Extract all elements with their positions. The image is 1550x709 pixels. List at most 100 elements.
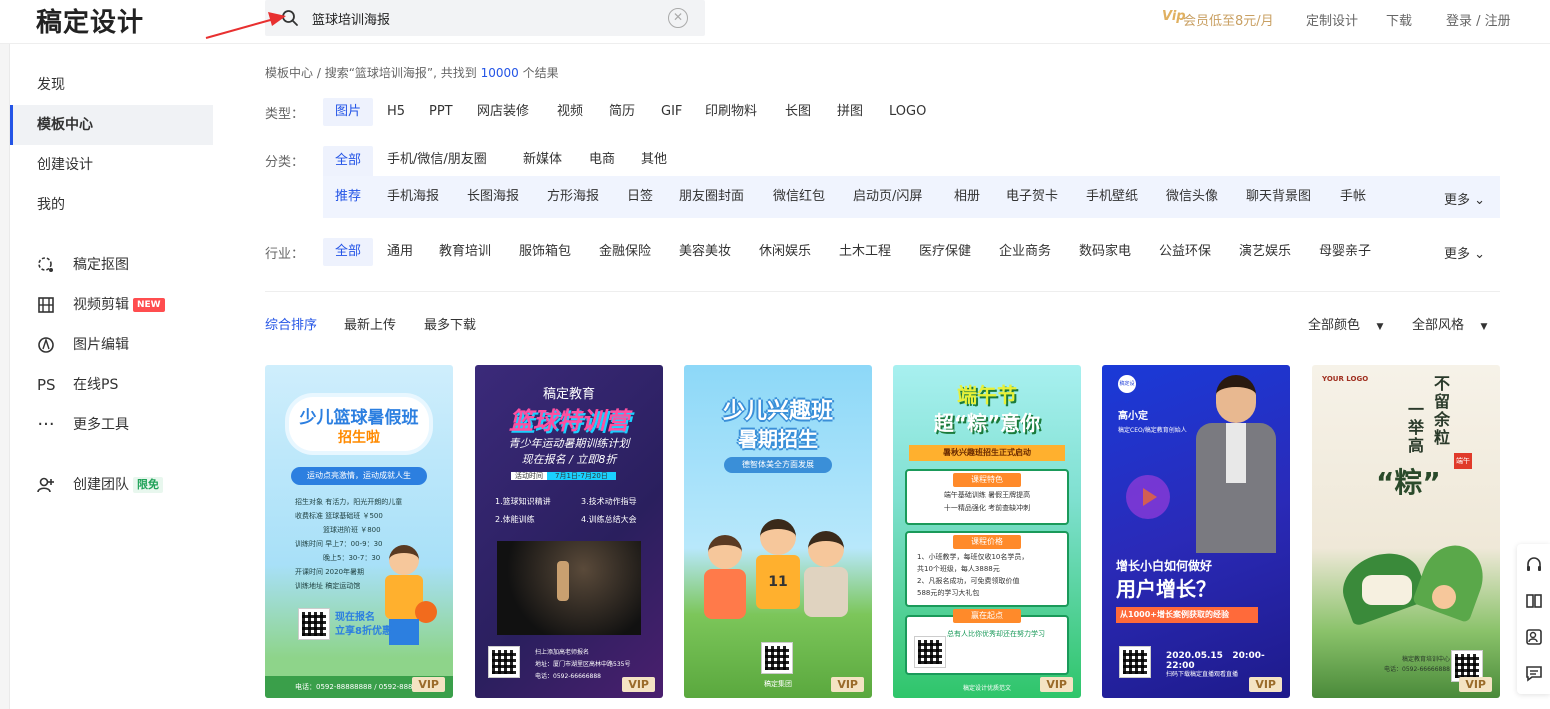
type-chip[interactable]: 长图	[773, 98, 823, 126]
industry-chip[interactable]: 企业商务	[987, 238, 1063, 266]
industry-chip[interactable]: 金融保险	[587, 238, 663, 266]
type-chip[interactable]: H5	[375, 98, 417, 126]
custom-design-link[interactable]: 定制设计	[1306, 10, 1358, 29]
type-chip[interactable]: 网店装修	[465, 98, 541, 126]
subcategory-more-button[interactable]: 更多 ⌄	[1444, 189, 1485, 208]
vip-promo-link[interactable]: 会员低至8元/月	[1183, 10, 1274, 29]
industry-chip[interactable]: 服饰箱包	[507, 238, 583, 266]
industry-chip[interactable]: 通用	[375, 238, 425, 266]
red-arrow-annotation	[205, 12, 286, 39]
result-count: 10000	[480, 66, 519, 80]
subcategory-chip[interactable]: 微信头像	[1154, 183, 1230, 211]
industry-chip[interactable]: 土木工程	[827, 238, 903, 266]
category-chip[interactable]: 全部	[323, 146, 374, 176]
sidebar-item-create-design[interactable]: 创建设计	[10, 145, 213, 185]
template-card[interactable]: 稿定教育 篮球特训营 青少年运动暑期训练计划 现在报名 / 立即8折 活动时间 7…	[475, 365, 663, 698]
add-user-icon	[37, 477, 54, 493]
type-chip[interactable]: 印刷物料	[693, 98, 769, 126]
ps-icon: PS	[37, 376, 56, 394]
film-icon	[38, 297, 54, 313]
type-chip[interactable]: 图片	[323, 98, 374, 126]
qr-code	[489, 647, 519, 677]
headset-icon[interactable]	[1525, 556, 1543, 574]
speaker-photo	[1192, 375, 1280, 555]
sort-most-downloads[interactable]: 最多下载	[424, 314, 476, 333]
subcategory-chip[interactable]: 推荐	[323, 183, 373, 211]
template-card[interactable]: 稿定设计 高小定 稿定CEO/稿定教育创始人 增长小白如何做好 用户增长？ 从1…	[1102, 365, 1290, 698]
industry-chip[interactable]: 全部	[323, 238, 374, 266]
clear-search-icon[interactable]: ✕	[668, 8, 688, 28]
template-card[interactable]: YOUR LOGO 不留余粒 一举高 “粽” 端午 稿定教育培训中心 电话：059…	[1312, 365, 1500, 698]
type-chip[interactable]: LOGO	[877, 98, 938, 126]
subcategory-chip[interactable]: 手机壁纸	[1074, 183, 1150, 211]
breadcrumb-root[interactable]: 模板中心	[265, 66, 313, 80]
search-input[interactable]: 篮球培训海报	[312, 9, 390, 28]
subcategory-chip[interactable]: 长图海报	[455, 183, 531, 211]
color-filter-dropdown[interactable]: 全部颜色 ▼	[1308, 314, 1383, 333]
sidebar-item-discover[interactable]: 发现	[10, 65, 213, 105]
subcategory-chip[interactable]: 启动页/闪屏	[841, 183, 934, 211]
subcategory-panel: 推荐 手机海报 长图海报 方形海报 日签 朋友圈封面 微信红包 启动页/闪屏 相…	[323, 176, 1500, 218]
sidebar-tool-image-edit[interactable]: 图片编辑	[10, 325, 213, 365]
subcategory-chip[interactable]: 手帐	[1328, 183, 1378, 211]
category-chip[interactable]: 手机/微信/朋友圈	[375, 146, 499, 174]
industry-chip[interactable]: 美容美妆	[667, 238, 743, 266]
user-plus-icon[interactable]	[1525, 628, 1543, 646]
subcategory-chip[interactable]: 手机海报	[375, 183, 451, 211]
subcategory-chip[interactable]: 日签	[615, 183, 665, 211]
caret-down-icon: ▼	[1480, 322, 1488, 332]
type-chip[interactable]: GIF	[649, 98, 694, 126]
type-chip[interactable]: 视频	[545, 98, 595, 126]
industry-chip[interactable]: 医疗保健	[907, 238, 983, 266]
sidebar-item-template-center[interactable]: 模板中心	[10, 105, 213, 145]
subcategory-chip[interactable]: 聊天背景图	[1234, 183, 1323, 211]
breadcrumb: 模板中心 / 搜索“篮球培训海报”, 共找到 10000 个结果	[265, 66, 559, 80]
industry-chip[interactable]: 教育培训	[427, 238, 503, 266]
sidebar-tool-more[interactable]: ··· 更多工具	[10, 405, 213, 445]
site-logo[interactable]: 稿定设计	[36, 2, 144, 39]
industry-filter-row: 行业： 全部 通用 教育培训 服饰箱包 金融保险 美容美妆 休闲娱乐 土木工程 …	[265, 238, 1500, 266]
sidebar-tool-video-edit[interactable]: 视频剪辑 NEW	[10, 285, 213, 325]
sidebar-tool-create-team[interactable]: 创建团队 限免	[10, 465, 213, 505]
subcategory-chip[interactable]: 相册	[942, 183, 992, 211]
chat-icon[interactable]	[1525, 664, 1543, 682]
vip-badge: VIP	[1459, 677, 1492, 692]
chevron-down-icon: ⌄	[1474, 193, 1486, 208]
type-chip[interactable]: PPT	[417, 98, 465, 126]
type-chip[interactable]: 简历	[597, 98, 647, 126]
sidebar-tool-cutout[interactable]: 稿定抠图	[10, 245, 213, 285]
login-register-link[interactable]: 登录 / 注册	[1446, 10, 1511, 29]
category-chip[interactable]: 其他	[629, 146, 679, 174]
book-icon[interactable]	[1525, 592, 1543, 610]
style-filter-dropdown[interactable]: 全部风格 ▼	[1412, 314, 1487, 333]
subcategory-chip[interactable]: 朋友圈封面	[667, 183, 756, 211]
category-chip[interactable]: 新媒体	[511, 146, 574, 174]
kids-illustration: 11	[704, 505, 854, 635]
industry-chip[interactable]: 数码家电	[1067, 238, 1143, 266]
sidebar-tool-online-ps[interactable]: PS 在线PS	[10, 365, 213, 405]
subcategory-chip[interactable]: 微信红包	[761, 183, 837, 211]
play-icon	[1126, 475, 1170, 519]
sidebar-tool-label: 图片编辑	[73, 337, 129, 353]
industry-chip[interactable]: 演艺娱乐	[1227, 238, 1303, 266]
type-chip[interactable]: 拼图	[825, 98, 875, 126]
template-card[interactable]: 端午节 超“粽”意你 暑秋兴趣班招生正式启动 端午基础训练 暑假王牌提高 十一精品…	[893, 365, 1081, 698]
sort-comprehensive[interactable]: 综合排序	[265, 314, 317, 333]
sort-newest[interactable]: 最新上传	[344, 314, 396, 333]
industry-more-button[interactable]: 更多 ⌄	[1444, 243, 1485, 262]
industry-chip[interactable]: 公益环保	[1147, 238, 1223, 266]
template-card[interactable]: 少儿兴趣班 暑期招生 德智体美全方面发展 11 稿定集团 VIP	[684, 365, 872, 698]
category-chip[interactable]: 电商	[577, 146, 627, 174]
sidebar-item-mine[interactable]: 我的	[10, 185, 213, 225]
basketball-photo	[497, 541, 641, 635]
template-card[interactable]: 少儿篮球暑假班 招生啦 运动点亮激情，运动成就人生 招生对象 有活力，阳光开朗的…	[265, 365, 453, 698]
caret-down-icon: ▼	[1376, 322, 1384, 332]
subcategory-chip[interactable]: 电子贺卡	[994, 183, 1070, 211]
download-link[interactable]: 下载	[1386, 10, 1412, 29]
left-sidebar: 发现 模板中心 创建设计 我的 稿定抠图 视频剪辑 NEW 图片编辑 PS 在线P…	[10, 44, 225, 709]
search-bar[interactable]: 篮球培训海报 ✕	[265, 0, 705, 36]
sidebar-tool-label: 视频剪辑	[73, 297, 129, 313]
industry-chip[interactable]: 母婴亲子	[1307, 238, 1383, 266]
industry-chip[interactable]: 休闲娱乐	[747, 238, 823, 266]
subcategory-chip[interactable]: 方形海报	[535, 183, 611, 211]
